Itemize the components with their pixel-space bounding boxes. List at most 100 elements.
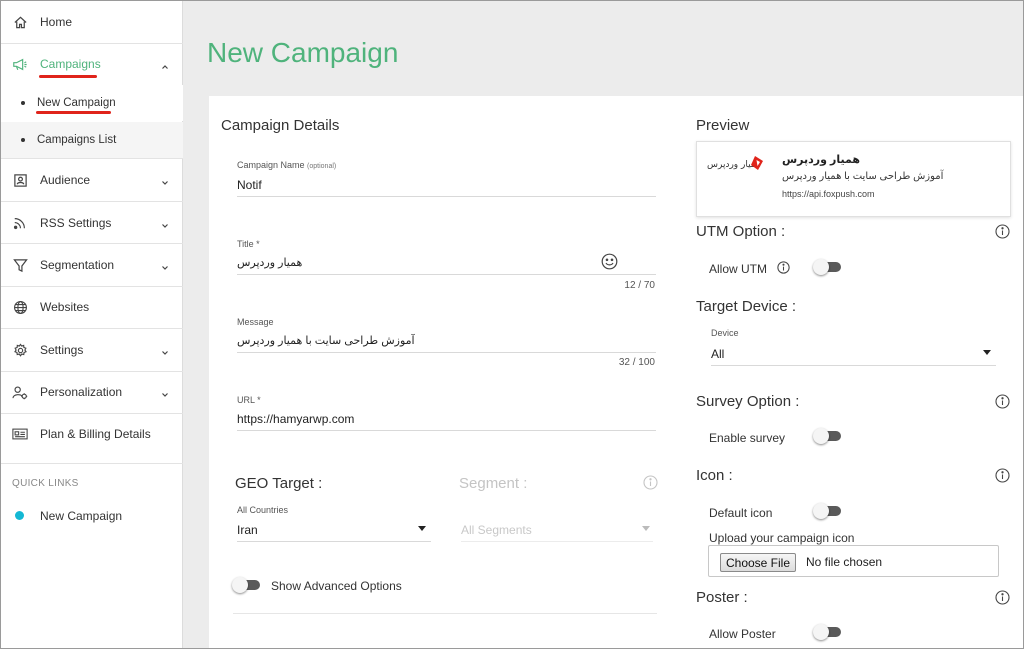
emoji-icon[interactable]: [601, 253, 618, 270]
preview-title: Preview: [696, 117, 750, 134]
info-icon[interactable]: [777, 261, 790, 274]
geo-label: All Countries: [237, 505, 289, 515]
sidebar-item-label: Campaigns: [40, 57, 101, 71]
preview-notification-url: https://api.foxpush.com: [782, 189, 875, 199]
url-label: URL *: [237, 395, 261, 405]
divider: [1, 201, 183, 202]
allow-utm-label: Allow UTM: [709, 262, 768, 276]
chevron-down-icon: [161, 176, 169, 185]
dropdown-arrow-icon: [642, 526, 650, 531]
campaign-name-underline: [237, 196, 656, 197]
sidebar-subitem-label: New Campaign: [37, 97, 116, 109]
info-icon[interactable]: [995, 394, 1010, 409]
gear-icon: [12, 342, 28, 358]
annotation-underline: [36, 111, 111, 114]
sidebar-item-label: Personalization: [40, 385, 123, 399]
sidebar-item-home[interactable]: Home: [1, 2, 183, 42]
choose-file-button[interactable]: Choose File: [720, 553, 796, 572]
audience-icon: [12, 172, 28, 188]
advanced-divider: [233, 613, 657, 614]
home-icon: [12, 14, 28, 30]
poster-option-title: Poster :: [696, 589, 748, 606]
geo-underline: [237, 541, 431, 542]
chevron-down-icon: [161, 388, 169, 397]
enable-survey-label: Enable survey: [709, 431, 786, 445]
allow-poster-toggle[interactable]: [813, 624, 841, 640]
sidebar-item-rss-settings[interactable]: RSS Settings: [1, 203, 183, 243]
hamyar-logo: همیار وردپرس: [705, 152, 765, 174]
sidebar-subitem-new-campaign[interactable]: New Campaign: [1, 85, 183, 121]
utm-option-title: UTM Option :: [696, 223, 786, 240]
sidebar-item-label: Home: [40, 15, 73, 29]
upload-icon-label: Upload your campaign icon: [709, 531, 855, 545]
rss-icon: [12, 215, 28, 231]
target-device-title: Target Device :: [696, 298, 797, 315]
segment-select: All Segments: [461, 523, 532, 537]
icon-option-title: Icon :: [696, 467, 733, 484]
person-gear-icon: [12, 384, 28, 400]
sidebar-item-websites[interactable]: Websites: [1, 287, 183, 327]
title-input[interactable]: همیار وردپرس: [237, 256, 302, 269]
bullet-icon: [21, 138, 25, 142]
message-input[interactable]: آموزش طراحی سایت با همیار وردپرس: [237, 334, 415, 347]
filter-icon: [12, 257, 28, 273]
sidebar-item-label: Plan & Billing Details: [40, 427, 151, 441]
default-icon-label: Default icon: [709, 506, 773, 520]
file-status: No file chosen: [806, 555, 883, 569]
sidebar-item-audience[interactable]: Audience: [1, 160, 183, 200]
info-icon[interactable]: [995, 468, 1010, 483]
info-icon: [643, 475, 658, 490]
device-label: Device: [711, 328, 739, 338]
url-input[interactable]: https://hamyarwp.com: [237, 412, 354, 426]
info-icon[interactable]: [995, 590, 1010, 605]
quick-link-new-campaign[interactable]: New Campaign: [40, 509, 122, 523]
allow-utm-toggle[interactable]: [813, 259, 841, 275]
billing-card-icon: [12, 426, 28, 442]
allow-poster-label: Allow Poster: [709, 627, 776, 641]
title-underline: [237, 274, 656, 275]
sidebar-item-label: Settings: [40, 343, 84, 357]
chevron-down-icon: [161, 261, 169, 270]
message-label: Message: [237, 317, 274, 327]
sidebar-item-segmentation[interactable]: Segmentation: [1, 245, 183, 285]
enable-survey-toggle[interactable]: [813, 428, 841, 444]
sidebar-subitem-label: Campaigns List: [37, 134, 117, 146]
app-window: Home Campaigns New Campaign Campaigns Li…: [1, 1, 1023, 648]
globe-icon: [12, 299, 28, 315]
sidebar-item-personalization[interactable]: Personalization: [1, 372, 183, 412]
geo-target-title: GEO Target :: [235, 475, 323, 492]
campaign-name-input[interactable]: Notif: [237, 178, 262, 192]
device-select[interactable]: All: [711, 347, 724, 361]
chevron-up-icon: [161, 60, 169, 69]
page-title: New Campaign: [207, 37, 399, 68]
device-underline: [711, 365, 996, 366]
info-icon[interactable]: [995, 224, 1010, 239]
chevron-down-icon: [161, 346, 169, 355]
quick-links-title: QUICK LINKS: [12, 478, 79, 489]
message-counter: 32 / 100: [618, 357, 655, 368]
notification-preview: همیار وردپرس همیار وردپرس آموزش طراحی سا…: [696, 141, 1011, 217]
sidebar-item-label: Segmentation: [40, 258, 115, 272]
divider: [1, 328, 183, 329]
bullet-icon: [21, 101, 25, 105]
sidebar-subitem-campaigns-list[interactable]: Campaigns List: [1, 122, 183, 158]
advanced-options-label: Show Advanced Options: [271, 579, 402, 593]
dropdown-arrow-icon[interactable]: [983, 350, 991, 355]
preview-notification-message: آموزش طراحی سایت با همیار وردپرس: [782, 171, 944, 182]
geo-select[interactable]: Iran: [237, 523, 258, 537]
annotation-underline: [39, 75, 97, 78]
advanced-options-toggle[interactable]: [232, 577, 260, 593]
sidebar-item-plan-billing[interactable]: Plan & Billing Details: [1, 414, 183, 454]
message-underline: [237, 352, 656, 353]
dropdown-arrow-icon[interactable]: [418, 526, 426, 531]
title-label: Title *: [237, 239, 260, 249]
survey-option-title: Survey Option :: [696, 393, 800, 410]
megaphone-icon: [12, 56, 28, 72]
default-icon-toggle[interactable]: [813, 503, 841, 519]
campaign-details-title: Campaign Details: [221, 117, 340, 134]
sidebar-item-settings[interactable]: Settings: [1, 330, 183, 370]
divider: [1, 243, 183, 244]
segment-underline: [461, 541, 653, 542]
divider: [1, 463, 183, 464]
sidebar-item-campaigns[interactable]: Campaigns: [1, 44, 183, 84]
